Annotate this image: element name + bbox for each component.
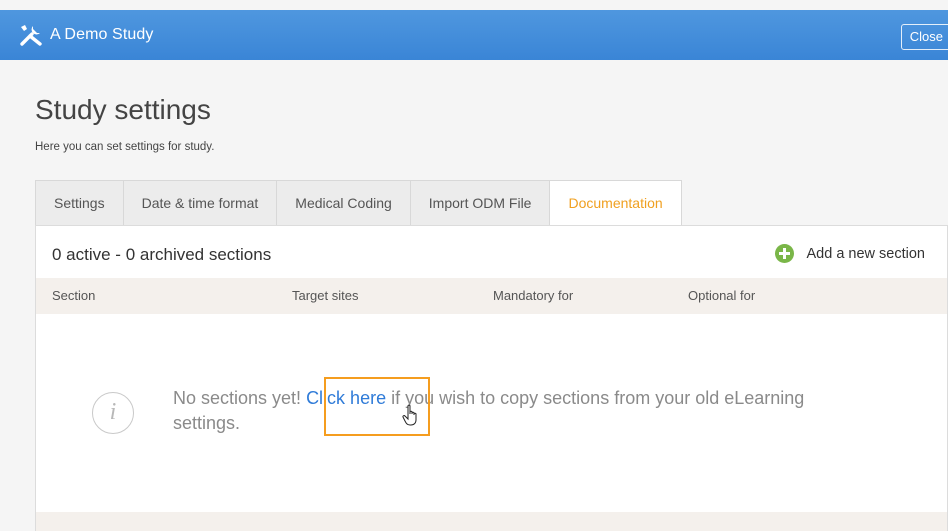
tab-date-time-format[interactable]: Date & time format — [122, 180, 277, 226]
tab-import-odm-file[interactable]: Import ODM File — [409, 180, 550, 226]
column-section: Section — [52, 288, 96, 303]
close-button[interactable]: Close — [900, 24, 948, 50]
sections-summary: 0 active - 0 archived sections — [52, 245, 272, 264]
documentation-panel: 0 active - 0 archived sections Add a new… — [35, 225, 948, 531]
copy-sections-link[interactable]: Click here — [306, 388, 386, 408]
add-section-button[interactable]: Add a new section — [774, 244, 926, 263]
tools-icon — [18, 22, 44, 48]
empty-state-message: No sections yet! Click here if you wish … — [173, 386, 873, 436]
sections-table-header: Section Target sites Mandatory for Optio… — [36, 278, 947, 314]
tab-medical-coding[interactable]: Medical Coding — [276, 180, 410, 226]
column-target-sites: Target sites — [292, 288, 359, 303]
column-mandatory-for: Mandatory for — [493, 288, 574, 303]
empty-prefix: No sections yet! — [173, 388, 307, 408]
app-title: A Demo Study — [50, 26, 154, 43]
plus-circle-icon — [774, 244, 794, 263]
settings-tabs: Settings Date & time format Medical Codi… — [35, 180, 682, 226]
tab-settings[interactable]: Settings — [35, 180, 123, 226]
hand-cursor-icon — [402, 404, 417, 426]
info-icon: i — [92, 392, 134, 434]
column-optional-for: Optional for — [688, 288, 756, 303]
page-subtitle: Here you can set settings for study. — [35, 141, 215, 153]
add-section-label: Add a new section — [806, 245, 926, 262]
tab-documentation[interactable]: Documentation — [549, 180, 682, 226]
top-bar: A Demo Study Close — [0, 10, 948, 60]
page-title: Study settings — [35, 94, 211, 125]
table-footer — [36, 512, 947, 531]
